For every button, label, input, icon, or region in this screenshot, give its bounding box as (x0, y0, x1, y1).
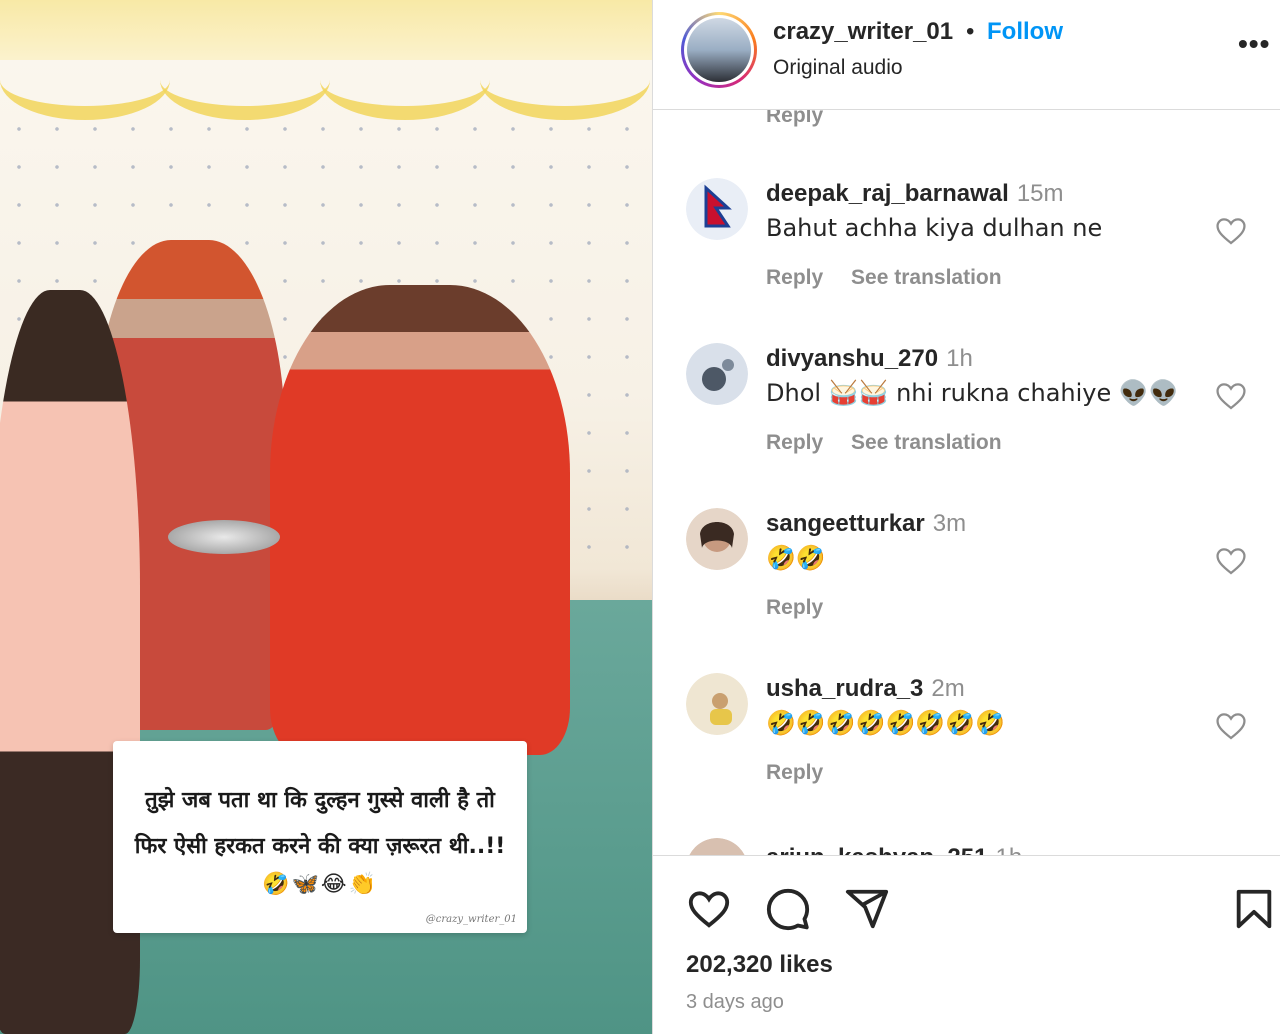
watermark: @crazy_writer_01 (425, 914, 517, 925)
comment-text: 🤣🤣🤣🤣🤣🤣🤣🤣 (766, 709, 1006, 737)
comment-time: 15m (1016, 180, 1064, 207)
video-caption-card: तुझे जब पता था कि दुल्हन गुस्से वाली है … (113, 741, 527, 933)
comment-item: usha_rudra_3 2m 🤣🤣🤣🤣🤣🤣🤣🤣 Reply (653, 673, 1280, 833)
comment-time: 3m (932, 510, 967, 537)
bookmark-icon[interactable] (1231, 886, 1277, 932)
author-username[interactable]: crazy_writer_01 (773, 18, 953, 46)
comment-icon[interactable] (765, 886, 811, 932)
post-side-panel: crazy_writer_01 • Follow Original audio … (652, 0, 1280, 1034)
like-comment-heart-icon[interactable] (1214, 544, 1248, 578)
comment-time: 2m (931, 675, 965, 702)
video-caption-text: तुझे जब पता था कि दुल्हन गुस्से वाली है … (134, 787, 506, 859)
comment-actions: Reply (766, 596, 845, 620)
post-header: crazy_writer_01 • Follow Original audio … (653, 0, 1280, 110)
comment-item: deepak_raj_barnawal 15m Bahut achha kiya … (653, 178, 1280, 338)
comment-text: 🤣🤣 (766, 544, 826, 572)
drape (160, 40, 330, 120)
reply-button[interactable]: Reply (766, 110, 823, 128)
drape (320, 40, 490, 120)
comment-item: divyanshu_270 1h Dhol 🥁🥁 nhi rukna chahiy… (653, 343, 1280, 503)
comment-avatar[interactable] (686, 178, 748, 240)
avatar-image (687, 18, 751, 82)
comment-time: 1h (946, 345, 973, 372)
reply-button[interactable]: Reply (766, 266, 823, 289)
drape (0, 40, 170, 120)
comment-avatar[interactable] (686, 673, 748, 735)
post-date: 3 days ago (686, 991, 784, 1013)
comment-actions: Reply See translation (766, 431, 1024, 455)
avatar[interactable] (681, 12, 757, 88)
comment-time: 1h (995, 844, 1022, 855)
share-icon[interactable] (844, 886, 890, 932)
see-translation-button[interactable]: See translation (851, 431, 1002, 454)
comment-avatar[interactable] (686, 508, 748, 570)
comment-username[interactable]: usha_rudra_3 2m (766, 675, 965, 703)
like-comment-heart-icon[interactable] (1214, 379, 1248, 413)
reply-button[interactable]: Reply (766, 761, 823, 784)
comment-username[interactable]: sangeetturkar 3m (766, 510, 966, 538)
comment-actions: Reply See translation (766, 266, 1024, 290)
follow-button[interactable]: Follow (987, 18, 1063, 46)
comment-item: sangeetturkar 3m 🤣🤣 Reply (653, 508, 1280, 668)
reply-button[interactable]: Reply (766, 596, 823, 619)
see-translation-button[interactable]: See translation (851, 266, 1002, 289)
like-comment-heart-icon[interactable] (1214, 214, 1248, 248)
avatar-frame (684, 15, 754, 85)
comment-item: arjun_kashyap_2511h (653, 838, 1280, 855)
separator-dot: • (966, 18, 975, 45)
comment-username[interactable]: deepak_raj_barnawal 15m (766, 180, 1064, 208)
like-heart-icon[interactable] (686, 886, 732, 932)
video-caption-emoji: 🤣🦋😂👏 (262, 871, 378, 897)
comment-avatar[interactable] (686, 838, 748, 855)
reply-button[interactable]: Reply (766, 431, 823, 454)
likes-count[interactable]: 202,320 likes (686, 951, 833, 979)
comment-actions: Reply (766, 761, 845, 785)
drape (480, 40, 650, 120)
more-options-icon[interactable]: ••• (1238, 28, 1270, 60)
comment-username[interactable]: arjun_kashyap_2511h (766, 844, 1022, 855)
comment-username[interactable]: divyanshu_270 1h (766, 345, 973, 373)
comments-list[interactable]: Reply deepak_raj_barnawal 15m Bahut achha… (653, 110, 1280, 855)
post-media[interactable]: तुझे जब पता था कि दुल्हन गुस्से वाली है … (0, 0, 652, 1034)
comment-text: Dhol 🥁🥁 nhi rukna chahiye 👽👽 (766, 379, 1179, 407)
plate (168, 520, 280, 554)
post-actions-bar: 202,320 likes 3 days ago (653, 855, 1280, 1034)
bride-figure (270, 285, 570, 755)
comment-text: Bahut achha kiya dulhan ne (766, 214, 1103, 242)
comment-avatar[interactable] (686, 343, 748, 405)
audio-link[interactable]: Original audio (773, 56, 903, 80)
like-comment-heart-icon[interactable] (1214, 709, 1248, 743)
